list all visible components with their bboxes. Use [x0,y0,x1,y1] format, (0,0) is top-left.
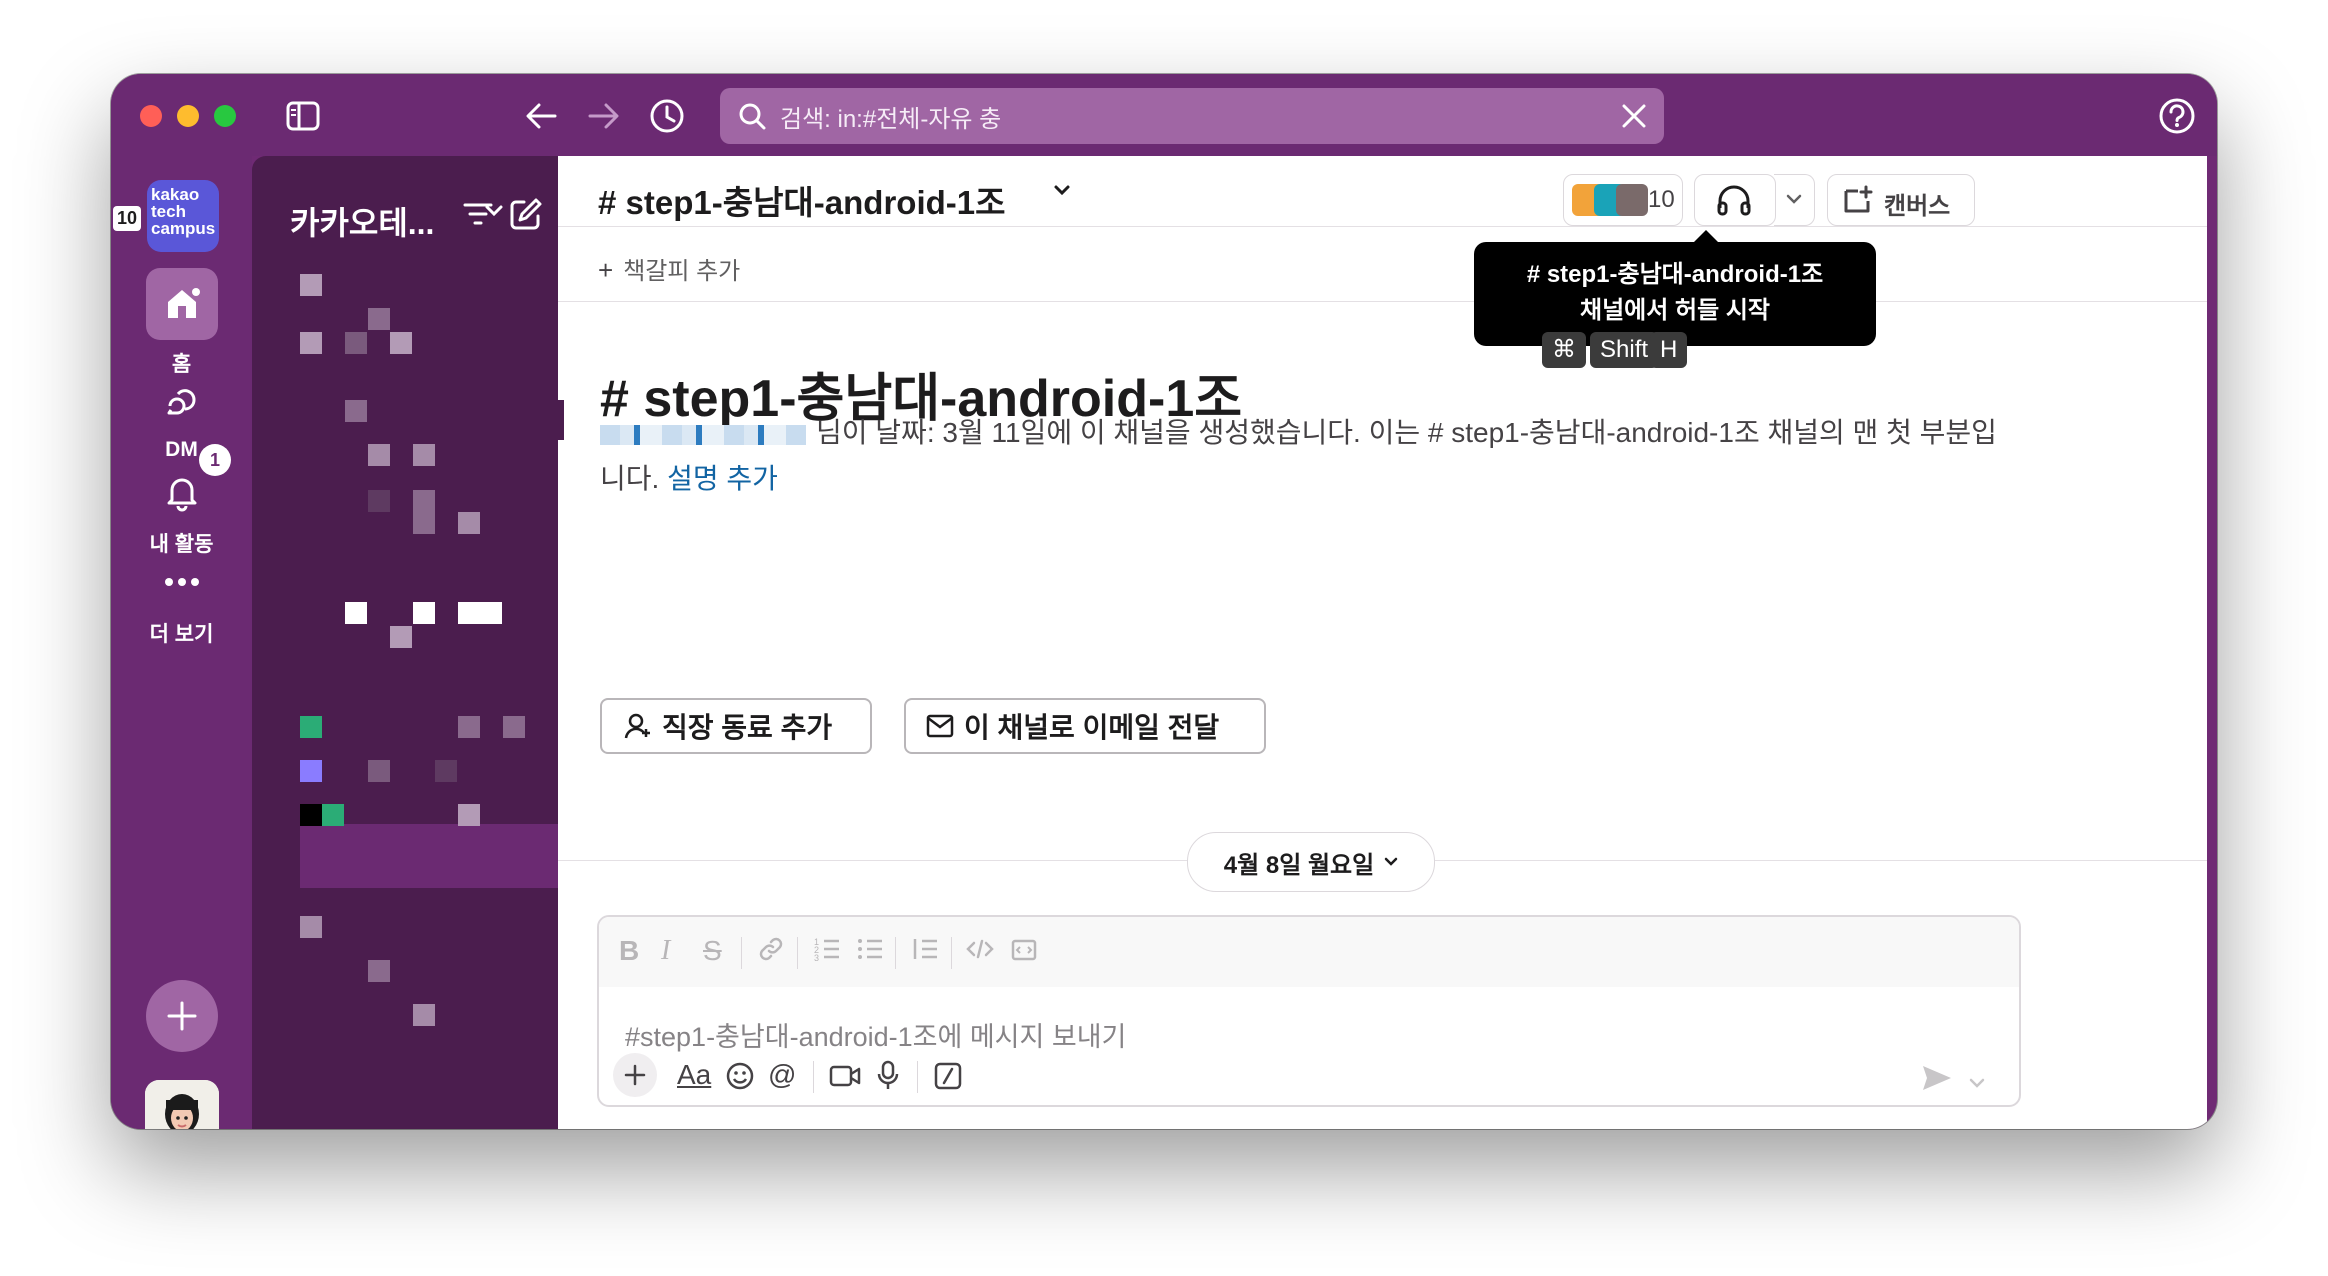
key-h: H [1650,332,1688,368]
tooltip-line-1: # step1-충남대-android-1조 [1526,261,1824,288]
plus-icon [167,1001,197,1031]
text-format-icon[interactable]: Aa [677,1059,711,1091]
send-icon[interactable] [1921,1063,1953,1098]
email-forward-button[interactable]: 이 채널로 이메일 전달 [904,698,1266,754]
redacted-username [600,424,806,445]
app-window: 검색: in:#전체-자유 충 kakao tech campus 10 홈 D… [111,74,2217,1129]
emoji-icon[interactable] [725,1061,755,1098]
key-shift: Shift [1590,332,1659,368]
zoom-window-button[interactable] [214,105,236,127]
forward-arrow-icon[interactable] [584,96,624,136]
plus-icon [624,1064,646,1086]
rail-dm[interactable]: DM [111,368,252,462]
search-bar[interactable]: 검색: in:#전체-자유 충 [720,88,1664,144]
rail-activity[interactable]: 1 내 활동 [111,444,252,558]
add-bookmark-button[interactable]: + 책갈피 추가 [598,251,740,286]
email-forward-label: 이 채널로 이메일 전달 [964,712,1220,743]
rail-more[interactable]: 더 보기 [111,546,252,648]
plus-icon: + [598,255,614,285]
intro-text: 님이 날짜: 3월 11일에 이 채널을 생성했습니다. 이는 # step1-… [600,417,1997,494]
add-description-link[interactable]: 설명 추가 [667,463,778,494]
strikethrough-icon[interactable]: S [703,935,722,967]
search-icon [738,102,766,135]
dm-icon[interactable] [146,368,218,440]
add-coworker-label: 직장 동료 추가 [662,712,833,743]
more-dots-icon[interactable] [146,546,218,618]
workspace-logo[interactable]: kakao tech campus [147,180,219,252]
shortcut-slash-icon[interactable] [933,1061,963,1098]
microphone-icon[interactable] [875,1059,901,1098]
sidebar-item-active[interactable] [300,824,558,888]
mail-icon [926,714,954,738]
minimize-window-button[interactable] [177,105,199,127]
huddle-button[interactable] [1694,174,1776,226]
member-count: 10 [1648,186,1675,213]
code-icon[interactable] [965,935,995,970]
huddle-dropdown[interactable] [1774,174,1815,226]
message-input[interactable]: #step1-충남대-android-1조에 메시지 보내기 [625,1015,1126,1054]
back-arrow-icon[interactable] [521,96,561,136]
huddle-tooltip: # step1-충남대-android-1조 채널에서 허들 시작 ⌘ Shif… [1474,230,1876,368]
members-button[interactable]: 10 [1563,174,1683,226]
canvas-label: 캔버스 [1884,193,1951,220]
filter-icon[interactable] [462,200,494,233]
history-clock-icon[interactable] [647,96,687,136]
code-block-icon[interactable] [1009,935,1039,970]
svg-text:3: 3 [814,953,819,963]
channel-chevron-icon[interactable] [1053,184,1071,203]
send-options-chevron-icon[interactable] [1969,1065,1985,1097]
sidebar-toggle-icon[interactable] [283,96,323,136]
workspace-badge: 10 [113,206,142,231]
blockquote-icon[interactable] [911,935,939,970]
date-divider[interactable]: 4월 8일 월요일 [1187,832,1435,892]
attach-plus-button[interactable] [613,1053,657,1097]
add-coworker-button[interactable]: 직장 동료 추가 [600,698,872,754]
mention-icon[interactable]: @ [768,1059,796,1091]
workspace-name[interactable]: 카카오테... [290,198,434,244]
chevron-down-icon [1786,194,1802,204]
activity-badge: 1 [199,444,231,476]
channel-name[interactable]: # step1-충남대-android-1조 [598,176,1005,224]
channel-view: # step1-충남대-android-1조 10 캔버스 + 책갈피 추가 #… [548,156,2207,1129]
formatting-toolbar: B I S 123 [599,917,2019,987]
link-icon[interactable] [757,935,785,970]
bold-icon[interactable]: B [619,935,639,967]
help-icon[interactable] [2157,96,2197,136]
home-icon[interactable] [145,268,218,340]
canvas-button[interactable]: 캔버스 [1827,174,1975,226]
chevron-down-icon [1384,857,1398,866]
scroll-marker [548,400,564,440]
italic-icon[interactable]: I [661,935,670,967]
ordered-list-icon[interactable]: 123 [813,935,841,970]
headphones-icon [1717,185,1751,216]
channel-sidebar: 카카오테... [252,156,558,1129]
key-command: ⌘ [1542,332,1586,368]
compose-icon[interactable] [508,196,544,237]
member-avatar [1616,184,1648,216]
canvas-icon [1844,185,1873,213]
title-bar: 검색: in:#전체-자유 충 [111,74,2217,156]
video-icon[interactable] [829,1063,861,1096]
add-person-icon [624,713,650,739]
channel-header: # step1-충남대-android-1조 10 캔버스 [558,156,2207,227]
add-bookmark-label: 책갈피 추가 [623,258,741,285]
intro-description: 님이 날짜: 3월 11일에 이 채널을 생성했습니다. 이는 # step1-… [600,410,2000,502]
clear-search-icon[interactable] [1620,102,1648,135]
more-label: 더 보기 [149,623,214,646]
bookmark-bar: + 책갈피 추가 [558,227,2207,302]
rail-home[interactable]: 홈 [111,268,252,378]
message-composer: B I S 123 #step1-충남대-android-1조에 메시지 보내기… [597,915,2021,1107]
user-avatar[interactable] [145,1080,219,1129]
close-window-button[interactable] [140,105,162,127]
bullet-list-icon[interactable] [856,935,884,970]
workspace-rail: kakao tech campus 10 홈 DM 1 내 활동 더 보기 [111,156,252,1129]
tooltip-line-2: 채널에서 허들 시작 [1580,297,1770,324]
search-query[interactable]: 검색: in:#전체-자유 충 [780,99,1001,134]
add-button[interactable] [146,980,218,1052]
date-label: 4월 8일 월요일 [1223,851,1375,879]
